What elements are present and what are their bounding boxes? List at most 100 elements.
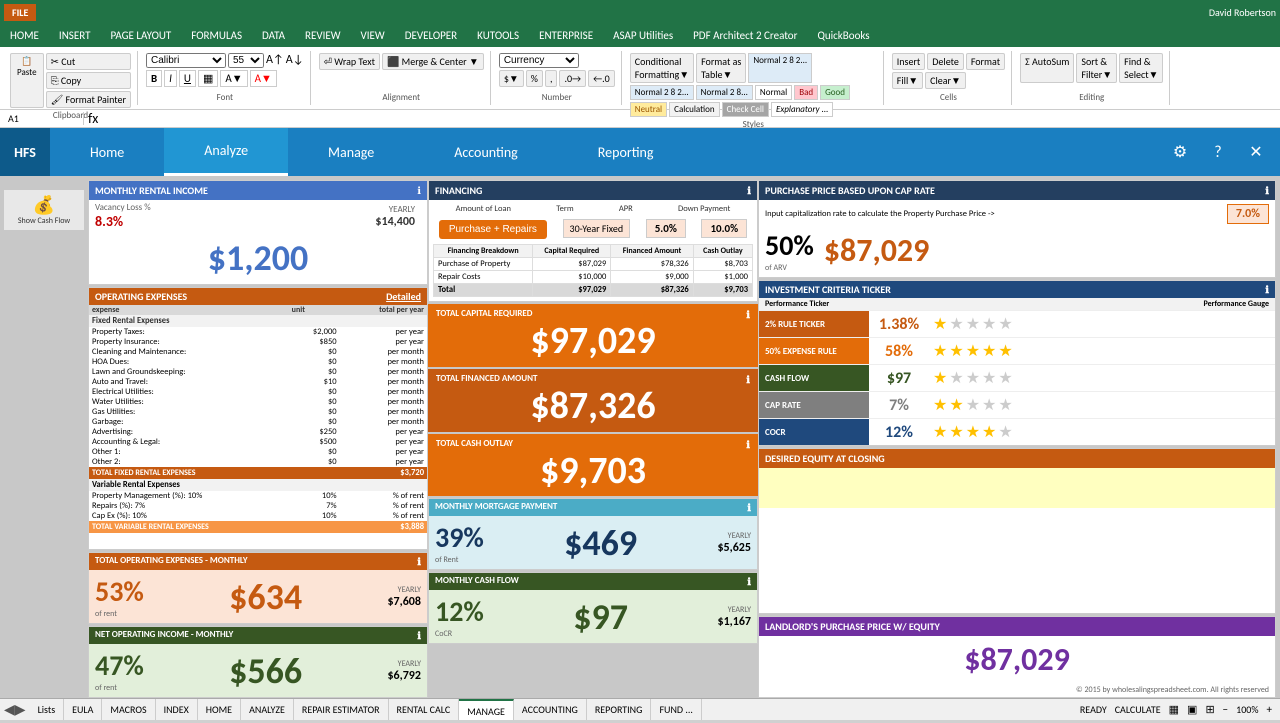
font-family[interactable]: Calibri xyxy=(146,53,226,68)
purchase-repairs-btn[interactable]: Purchase + Repairs xyxy=(439,220,547,239)
sheet-tab-reporting[interactable]: REPORTING xyxy=(587,699,652,720)
find-btn[interactable]: Find &Select▼ xyxy=(1119,53,1163,83)
sheet-scroll-right[interactable]: ▶ xyxy=(15,701,26,718)
format-painter-btn[interactable]: 🖌 Format Painter xyxy=(46,91,131,108)
decrease-font-btn[interactable]: A↓ xyxy=(286,53,304,68)
nav-item-analyze[interactable]: Analyze xyxy=(164,128,288,176)
italic-btn[interactable]: I xyxy=(164,70,177,87)
clear-btn[interactable]: Clear▼ xyxy=(925,72,966,89)
percent-btn[interactable]: % xyxy=(526,70,543,87)
ribbon-tab-page-layout[interactable]: PAGE LAYOUT xyxy=(100,25,181,47)
gear-icon[interactable]: ⚙ xyxy=(1166,138,1194,166)
pp-info-icon[interactable]: ℹ xyxy=(1265,184,1269,197)
mm-info-icon[interactable]: ℹ xyxy=(747,501,751,514)
increase-font-btn[interactable]: A↑ xyxy=(266,53,284,68)
noi-card: NET OPERATING INCOME - MONTHLY ℹ 47% of … xyxy=(88,626,428,698)
autosum-btn[interactable]: Σ AutoSum xyxy=(1020,53,1074,83)
ribbon-tab-kutools[interactable]: KUTOOLS xyxy=(467,25,529,47)
ribbon-tab-home[interactable]: HOME xyxy=(0,25,49,47)
sort-btn[interactable]: Sort &Filter▼ xyxy=(1076,53,1117,83)
pp-cap-rate-input[interactable]: 7.0% xyxy=(1227,204,1269,224)
cond-format-btn[interactable]: ConditionalFormatting▼ xyxy=(630,53,694,83)
font-size[interactable]: 55 xyxy=(228,53,264,68)
sheet-tab-lists[interactable]: Lists xyxy=(30,699,65,720)
tf-info-icon[interactable]: ℹ xyxy=(746,373,750,386)
style-normal[interactable]: Normal xyxy=(755,85,792,100)
sheet-tab-fund-...[interactable]: FUND ... xyxy=(651,699,701,720)
dec-inc-btn[interactable]: .0→ xyxy=(559,70,586,87)
sheet-tab-repair-estimator[interactable]: REPAIR ESTIMATOR xyxy=(294,699,389,720)
name-box[interactable]: A1 xyxy=(4,112,84,125)
paste-btn[interactable]: 📋Paste xyxy=(10,53,44,108)
ribbon-tab-data[interactable]: DATA xyxy=(252,25,295,47)
sheet-tab-accounting[interactable]: ACCOUNTING xyxy=(514,699,587,720)
style-normal22[interactable]: Normal 2 8 2... xyxy=(748,53,812,83)
number-format[interactable]: Currency xyxy=(499,53,579,68)
sheet-tab-rental-calc[interactable]: RENTAL CALC xyxy=(389,699,460,720)
ribbon-tab-enterprise[interactable]: ENTERPRISE xyxy=(529,25,603,47)
ribbon-tab-asap-utilities[interactable]: ASAP Utilities xyxy=(603,25,683,47)
format-cells-btn[interactable]: Format xyxy=(966,53,1005,70)
financing-info-icon[interactable]: ℹ xyxy=(747,184,751,197)
style-explanatory[interactable]: Explanatory ... xyxy=(771,102,833,117)
show-cashflow-btn[interactable]: 💰 Show Cash Flow xyxy=(4,190,84,230)
format-table-btn[interactable]: Format asTable▼ xyxy=(696,53,746,83)
font-color-btn[interactable]: A▼ xyxy=(250,70,277,87)
align-btn[interactable]: ⬛ Merge & Center ▼ xyxy=(382,53,484,70)
zoom-in-btn[interactable]: + xyxy=(1267,703,1272,716)
zoom-out-btn[interactable]: − xyxy=(1223,703,1228,716)
style-check[interactable]: Check Cell xyxy=(722,102,769,117)
nav-item-home[interactable]: Home xyxy=(50,128,164,176)
insert-cells-btn[interactable]: Insert xyxy=(892,53,926,70)
cut-btn[interactable]: ✂ Cut xyxy=(46,53,131,70)
ribbon-tab-quickbooks[interactable]: QuickBooks xyxy=(807,25,879,47)
view-normal-icon[interactable]: ▦ xyxy=(1169,703,1179,716)
ribbon-tab-review[interactable]: REVIEW xyxy=(295,25,351,47)
mri-info-icon[interactable]: ℹ xyxy=(417,184,421,197)
sheet-tab-manage[interactable]: MANAGE xyxy=(459,699,514,720)
style-calculation[interactable]: Calculation xyxy=(669,102,720,117)
style-good[interactable]: Good xyxy=(820,85,850,100)
sheet-tab-home[interactable]: HOME xyxy=(198,699,241,720)
toe-info-icon[interactable]: ℹ xyxy=(417,555,421,568)
style-neutral[interactable]: Neutral xyxy=(630,102,667,117)
ribbon-tab-view[interactable]: VIEW xyxy=(351,25,395,47)
ribbon-tab-pdf-architect-2-creator[interactable]: PDF Architect 2 Creator xyxy=(683,25,807,47)
view-layout-icon[interactable]: ▣ xyxy=(1187,703,1197,716)
sheet-tab-analyze[interactable]: ANALYZE xyxy=(241,699,294,720)
nav-item-manage[interactable]: Manage xyxy=(288,128,414,176)
close-icon[interactable]: ✕ xyxy=(1242,138,1270,166)
view-page-icon[interactable]: ⊞ xyxy=(1205,703,1214,716)
mcf-info-icon[interactable]: ℹ xyxy=(747,575,751,588)
tc-info-icon[interactable]: ℹ xyxy=(746,308,750,321)
ribbon-tab-developer[interactable]: DEVELOPER xyxy=(395,25,467,47)
sheet-scroll-left[interactable]: ◀ xyxy=(4,701,15,718)
underline-btn[interactable]: U xyxy=(179,70,196,87)
sheet-tab-index[interactable]: INDEX xyxy=(156,699,198,720)
wrap-text-btn[interactable]: ⏎ Wrap Text xyxy=(319,53,380,70)
fill-btn[interactable]: Fill▼ xyxy=(892,72,923,89)
delete-cells-btn[interactable]: Delete xyxy=(927,53,964,70)
style-normal22c[interactable]: Normal 2 8... xyxy=(696,85,753,100)
help-icon[interactable]: ? xyxy=(1204,138,1232,166)
ribbon-tab-insert[interactable]: INSERT xyxy=(49,25,101,47)
nav-item-reporting[interactable]: Reporting xyxy=(558,128,694,176)
oe-detailed-btn[interactable]: Detailed xyxy=(386,290,421,303)
copy-btn[interactable]: ⎘ Copy xyxy=(46,72,131,89)
noi-info-icon[interactable]: ℹ xyxy=(417,629,421,642)
fill-color-btn[interactable]: A▼ xyxy=(220,70,247,87)
sheet-tab-eula[interactable]: EULA xyxy=(64,699,102,720)
ic-info-icon[interactable]: ℹ xyxy=(1265,283,1269,296)
dec-dec-btn[interactable]: ←.0 xyxy=(588,70,615,87)
file-tab[interactable]: FILE xyxy=(4,4,36,21)
dollar-btn[interactable]: $▼ xyxy=(499,70,524,87)
comma-btn[interactable]: , xyxy=(545,70,558,87)
sheet-tab-macros[interactable]: MACROS xyxy=(102,699,155,720)
style-bad[interactable]: Bad xyxy=(794,85,818,100)
bold-btn[interactable]: B xyxy=(146,70,162,87)
ribbon-tab-formulas[interactable]: FORMULAS xyxy=(181,25,252,47)
tco-info-icon[interactable]: ℹ xyxy=(746,438,750,451)
nav-item-accounting[interactable]: Accounting xyxy=(414,128,558,176)
style-normal22b[interactable]: Normal 2 8 2... xyxy=(630,85,694,100)
border-btn[interactable]: ▦ xyxy=(198,70,218,87)
